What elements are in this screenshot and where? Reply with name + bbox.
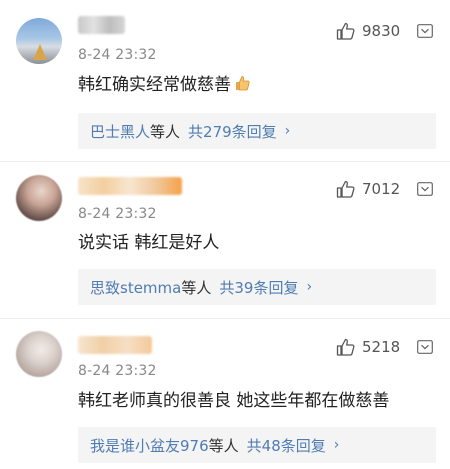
chevron-down-box-icon[interactable] xyxy=(417,340,433,354)
thumbs-up-icon xyxy=(336,22,355,40)
reply-summary[interactable]: 思致stemma 等人 共39条回复 › xyxy=(78,269,436,305)
reply-suffix: 等人 xyxy=(208,436,239,455)
username-blurred[interactable] xyxy=(78,16,125,34)
reply-users-link[interactable]: 我是谁小盆友976 xyxy=(90,435,209,456)
reply-summary[interactable]: 我是谁小盆友976 等人 共48条回复 › xyxy=(78,427,436,463)
divider xyxy=(0,318,450,319)
comment-time: 8-24 23:32 xyxy=(78,47,157,63)
reply-count-link[interactable]: 共279条回复 xyxy=(188,121,277,142)
comment-text: 韩红确实经常做慈善 xyxy=(78,73,251,97)
thumbs-up-icon xyxy=(336,338,355,356)
comment-time: 8-24 23:32 xyxy=(78,206,157,222)
like-button[interactable]: 9830 xyxy=(336,22,400,40)
comment-text: 韩红老师真的很善良 她这些年都在做慈善 xyxy=(78,391,390,411)
thumbs-up-icon xyxy=(336,180,355,198)
reply-suffix: 等人 xyxy=(150,122,181,141)
username-blurred[interactable] xyxy=(78,336,152,354)
avatar[interactable] xyxy=(16,18,62,64)
chevron-down-box-icon[interactable] xyxy=(417,182,433,196)
reply-count-link[interactable]: 共39条回复 xyxy=(219,277,298,298)
reply-summary[interactable]: 巴士黑人 等人 共279条回复 › xyxy=(78,113,436,149)
comment-time: 8-24 23:32 xyxy=(78,363,157,379)
thumbs-up-emoji xyxy=(236,76,250,91)
like-button[interactable]: 7012 xyxy=(336,180,400,198)
reply-count-link[interactable]: 共48条回复 xyxy=(247,435,326,456)
reply-suffix: 等人 xyxy=(181,278,212,297)
like-count: 5218 xyxy=(362,338,401,356)
divider xyxy=(0,161,450,162)
chevron-right-icon: › xyxy=(284,123,291,139)
chevron-right-icon: › xyxy=(306,279,313,295)
reply-users-link[interactable]: 巴士黑人 xyxy=(90,121,150,142)
like-count: 9830 xyxy=(362,22,401,40)
comment-text: 说实话 韩红是好人 xyxy=(78,233,220,253)
avatar[interactable] xyxy=(16,331,62,377)
like-button[interactable]: 5218 xyxy=(336,338,400,356)
chevron-down-box-icon[interactable] xyxy=(417,24,433,38)
avatar[interactable] xyxy=(16,175,62,221)
like-count: 7012 xyxy=(362,180,401,198)
chevron-right-icon: › xyxy=(333,437,340,453)
reply-users-link[interactable]: 思致stemma xyxy=(90,277,181,298)
username-blurred[interactable] xyxy=(78,177,182,195)
